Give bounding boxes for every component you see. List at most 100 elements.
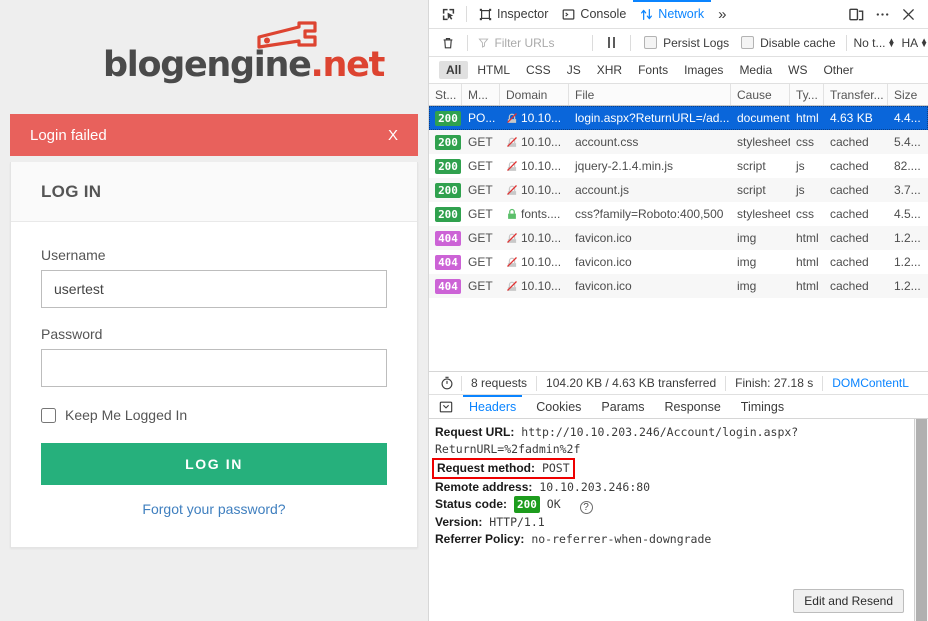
tab-inspector[interactable]: Inspector (472, 0, 555, 29)
column-header-status[interactable]: St... (429, 84, 462, 105)
table-row[interactable]: 404GET10.10...favicon.icoimghtmlcached1.… (429, 250, 928, 274)
network-column-headers: St... M... Domain File Cause Ty... Trans… (429, 84, 928, 106)
tabs-overflow-button[interactable]: » (711, 0, 733, 29)
filter-html[interactable]: HTML (470, 61, 517, 79)
detail-tab-headers[interactable]: Headers (459, 395, 526, 418)
lock-insecure-icon (506, 232, 518, 244)
cell-size: 5.4... (888, 130, 928, 154)
filter-xhr[interactable]: XHR (590, 61, 629, 79)
detail-scrollbar-thumb[interactable] (916, 419, 927, 621)
detail-tab-params[interactable]: Params (591, 395, 654, 418)
cell-domain: 10.10... (500, 250, 569, 274)
filter-ws[interactable]: WS (781, 61, 814, 79)
cell-cause: img (731, 250, 790, 274)
filter-images[interactable]: Images (677, 61, 730, 79)
status-code-key: Status code: (435, 497, 507, 511)
filter-other[interactable]: Other (816, 61, 860, 79)
lock-insecure-icon (506, 280, 518, 292)
tab-console[interactable]: Console (555, 0, 633, 29)
column-header-method[interactable]: M... (462, 84, 500, 105)
password-input[interactable] (41, 349, 387, 387)
status-code-line: Status code: 200 OK ? (435, 496, 920, 514)
throttling-select[interactable]: No t... ▲▼ (854, 36, 896, 50)
table-row[interactable]: 200GET10.10...account.cssstylesheetcssca… (429, 130, 928, 154)
question-mark-icon[interactable]: ? (580, 501, 593, 514)
column-header-domain[interactable]: Domain (500, 84, 569, 105)
column-header-file[interactable]: File (569, 84, 731, 105)
cell-cause: script (731, 178, 790, 202)
column-header-cause[interactable]: Cause (731, 84, 790, 105)
inspector-icon (479, 8, 492, 21)
cell-file: login.aspx?ReturnURL=/ad... (569, 106, 731, 130)
column-header-type[interactable]: Ty... (790, 84, 824, 105)
cell-size: 4.4... (888, 106, 928, 130)
filter-fonts[interactable]: Fonts (631, 61, 675, 79)
column-header-transfer[interactable]: Transfer... (824, 84, 888, 105)
close-icon[interactable] (896, 2, 920, 26)
disable-cache-checkbox[interactable] (741, 36, 754, 49)
cell-method: PO... (462, 106, 500, 130)
table-row[interactable]: 404GET10.10...favicon.icoimghtmlcached1.… (429, 274, 928, 298)
alert-close-button[interactable]: X (388, 127, 398, 144)
network-request-list[interactable]: 200PO...10.10...login.aspx?ReturnURL=/ad… (429, 106, 928, 371)
request-detail-tabs: Headers Cookies Params Response Timings (429, 395, 928, 419)
request-headers-detail: Request URL: http://10.10.203.246/Accoun… (429, 419, 928, 621)
cell-transfer: cached (824, 250, 888, 274)
pause-icon[interactable] (600, 37, 623, 48)
disable-cache-toggle[interactable]: Disable cache (741, 36, 835, 50)
responsive-design-mode-icon[interactable] (844, 2, 868, 26)
filter-urls-input[interactable]: Filter URLs (475, 33, 585, 52)
network-subtoolbar: Filter URLs Persist Logs Disable cache N… (429, 29, 928, 57)
table-row[interactable]: 200GET10.10...account.jsscriptjscached3.… (429, 178, 928, 202)
status-badge: 200 (435, 135, 461, 150)
tab-network[interactable]: Network (633, 0, 711, 29)
cell-method: GET (462, 274, 500, 298)
cell-method: GET (462, 130, 500, 154)
persist-logs-toggle[interactable]: Persist Logs (644, 36, 729, 50)
cell-domain: 10.10... (500, 154, 569, 178)
status-badge: 200 (435, 111, 461, 126)
cell-method: GET (462, 250, 500, 274)
cell-size: 4.5... (888, 202, 928, 226)
cell-size: 82.... (888, 154, 928, 178)
table-row[interactable]: 200PO...10.10...login.aspx?ReturnURL=/ad… (429, 106, 928, 130)
element-picker-icon[interactable] (435, 1, 461, 27)
filter-js[interactable]: JS (560, 61, 588, 79)
login-submit-button[interactable]: LOG IN (41, 443, 387, 485)
trash-icon[interactable] (435, 30, 460, 56)
har-select[interactable]: HA ▲▼ (901, 36, 928, 50)
filter-all[interactable]: All (439, 61, 468, 79)
cell-file: css?family=Roboto:400,500 (569, 202, 731, 226)
request-method-value: POST (542, 461, 570, 475)
filter-media[interactable]: Media (732, 61, 779, 79)
remote-address-line: Remote address: 10.10.203.246:80 (435, 479, 920, 496)
version-value: HTTP/1.1 (489, 515, 544, 529)
table-row[interactable]: 200GET10.10...jquery-2.1.4.min.jsscriptj… (429, 154, 928, 178)
persist-logs-checkbox[interactable] (644, 36, 657, 49)
table-row[interactable]: 200GETfonts....css?family=Roboto:400,500… (429, 202, 928, 226)
cell-transfer: cached (824, 274, 888, 298)
har-chevron-updown-icon: ▲▼ (920, 39, 928, 47)
more-options-icon[interactable] (870, 2, 894, 26)
filter-css[interactable]: CSS (519, 61, 558, 79)
referrer-policy-line: Referrer Policy: no-referrer-when-downgr… (435, 531, 920, 548)
status-code-badge: 200 (514, 496, 540, 513)
detail-scrollbar[interactable] (914, 419, 928, 621)
table-row[interactable]: 404GET10.10...favicon.icoimghtmlcached1.… (429, 226, 928, 250)
cell-status: 200 (429, 130, 462, 154)
toggle-panel-icon[interactable] (433, 395, 459, 418)
forgot-password-link[interactable]: Forgot your password? (41, 501, 387, 517)
detail-tab-response[interactable]: Response (655, 395, 731, 418)
edit-and-resend-button[interactable]: Edit and Resend (793, 589, 904, 613)
username-label: Username (41, 247, 387, 263)
lock-insecure-icon (506, 160, 518, 172)
cell-status: 404 (429, 250, 462, 274)
version-line: Version: HTTP/1.1 (435, 514, 920, 531)
detail-tab-cookies[interactable]: Cookies (526, 395, 591, 418)
keep-logged-in-checkbox[interactable] (41, 408, 56, 423)
detail-tab-timings[interactable]: Timings (731, 395, 794, 418)
column-header-size[interactable]: Size (888, 84, 928, 105)
username-input[interactable] (41, 270, 387, 308)
toolbar-divider (466, 6, 467, 22)
cell-size: 1.2... (888, 274, 928, 298)
